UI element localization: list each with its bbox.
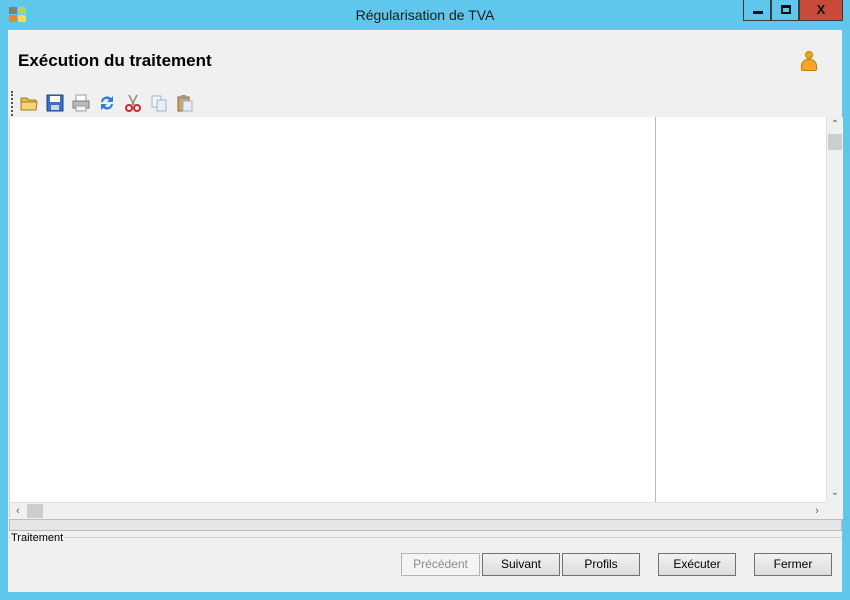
progress-bar xyxy=(9,519,842,531)
horizontal-scrollbar[interactable]: ‹ › xyxy=(10,502,826,519)
pane-divider[interactable] xyxy=(655,117,656,502)
close-button[interactable]: Fermer xyxy=(754,553,832,576)
previous-button[interactable]: Précédent xyxy=(401,553,480,576)
execute-button[interactable]: Exécuter xyxy=(658,553,736,576)
folder-open-icon[interactable] xyxy=(20,94,38,112)
minimize-button[interactable] xyxy=(743,0,771,21)
scrollbar-corner xyxy=(826,502,843,519)
user-icon[interactable] xyxy=(800,51,818,73)
scroll-down-icon[interactable]: ⌄ xyxy=(827,485,843,501)
profiles-button[interactable]: Profils xyxy=(562,553,640,576)
processing-log-area[interactable]: ⌃ ⌄ ‹ › xyxy=(9,117,843,519)
next-button[interactable]: Suivant xyxy=(482,553,560,576)
vertical-scroll-thumb[interactable] xyxy=(828,134,842,150)
close-window-button[interactable]: X xyxy=(799,0,843,21)
page-title: Exécution du traitement xyxy=(18,51,212,70)
scroll-right-icon[interactable]: › xyxy=(809,503,825,519)
clipboard-icon[interactable] xyxy=(176,94,194,112)
maximize-icon xyxy=(781,5,791,14)
title-bar[interactable]: Régularisation de TVA X xyxy=(0,0,850,30)
client-area: Exécution du traitement ⌃ ⌄ ‹ › Traiteme… xyxy=(8,30,843,592)
toolbar-grip[interactable] xyxy=(11,91,13,116)
printer-icon[interactable] xyxy=(72,94,90,112)
maximize-button[interactable] xyxy=(771,0,799,21)
application-window: Régularisation de TVA X Exécution du tra… xyxy=(0,0,850,600)
group-label: Traitement xyxy=(11,532,66,544)
horizontal-scroll-thumb[interactable] xyxy=(27,504,43,518)
minimize-icon xyxy=(753,11,763,14)
vertical-scrollbar[interactable]: ⌃ ⌄ xyxy=(826,117,843,502)
close-icon: X xyxy=(816,2,826,17)
refresh-arrows-icon[interactable] xyxy=(98,94,116,112)
floppy-disk-icon[interactable] xyxy=(46,94,64,112)
window-title: Régularisation de TVA xyxy=(355,7,495,23)
scroll-up-icon[interactable]: ⌃ xyxy=(827,117,843,133)
group-divider xyxy=(9,537,842,538)
copy-icon[interactable] xyxy=(150,94,168,112)
toolbar xyxy=(8,88,842,116)
scroll-left-icon[interactable]: ‹ xyxy=(10,503,26,519)
scissors-icon[interactable] xyxy=(124,94,142,112)
